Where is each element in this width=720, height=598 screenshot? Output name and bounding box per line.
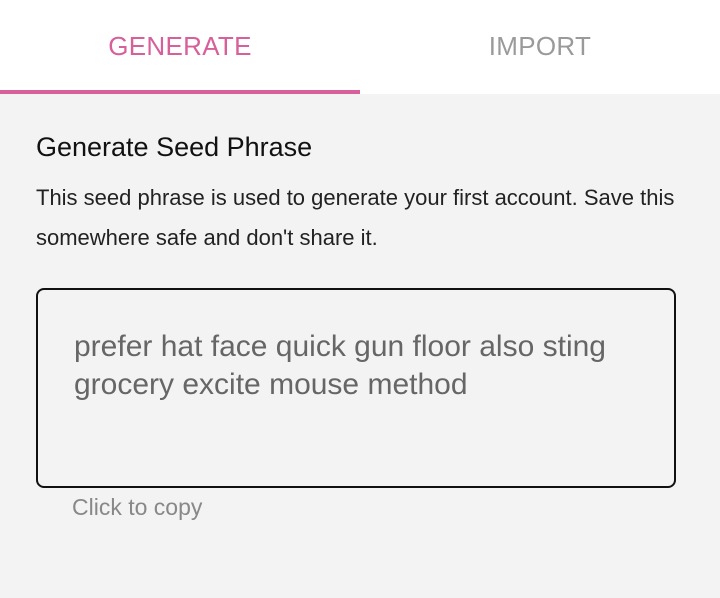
tab-generate-label: GENERATE <box>108 31 252 61</box>
seed-phrase-text[interactable]: prefer hat face quick gun floor also sti… <box>74 328 638 404</box>
tab-bar: GENERATE IMPORT <box>0 0 720 94</box>
page-title: Generate Seed Phrase <box>36 132 313 162</box>
copy-hint[interactable]: Click to copy <box>72 494 202 521</box>
description-text: This seed phrase is used to generate you… <box>36 185 675 250</box>
tab-generate[interactable]: GENERATE <box>0 0 360 94</box>
tab-import-label: IMPORT <box>488 31 592 61</box>
tab-import[interactable]: IMPORT <box>360 0 720 94</box>
seed-phrase-box[interactable]: prefer hat face quick gun floor also sti… <box>36 288 676 488</box>
